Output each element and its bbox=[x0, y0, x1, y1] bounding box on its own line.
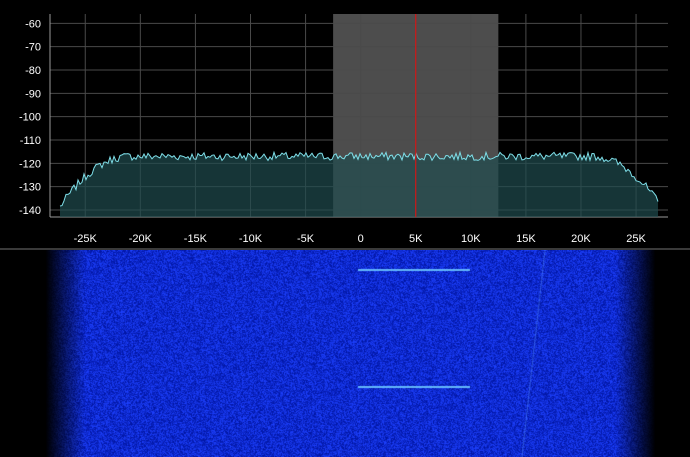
waterfall-display[interactable] bbox=[0, 250, 690, 457]
x-tick-label: 5K bbox=[409, 233, 423, 245]
y-tick-label: -60 bbox=[25, 18, 41, 30]
x-tick-label: -20K bbox=[129, 233, 153, 245]
y-tick-label: -140 bbox=[19, 205, 41, 217]
y-tick-label: -70 bbox=[25, 42, 41, 54]
y-tick-label: -90 bbox=[25, 88, 41, 100]
y-tick-label: -110 bbox=[20, 135, 41, 147]
x-tick-label: 10K bbox=[461, 233, 481, 245]
y-tick-label: -80 bbox=[25, 65, 41, 77]
waterfall-canvas[interactable] bbox=[0, 250, 690, 457]
x-tick-label: -10K bbox=[239, 233, 263, 245]
x-tick-label: 20K bbox=[571, 233, 591, 245]
spectrum-display[interactable]: -25K -20K -15K -10K -5K 0 5K 10K 15K 20K 25K -60 -70… bbox=[0, 0, 690, 248]
spectrum-fill bbox=[60, 152, 658, 217]
x-tick-label: -5K bbox=[297, 233, 315, 245]
y-tick-label: -120 bbox=[19, 158, 41, 170]
x-tick-label: 15K bbox=[516, 233, 536, 245]
y-tick-label: -100 bbox=[19, 112, 41, 124]
x-tick-label: -25K bbox=[74, 233, 98, 245]
x-tick-label: -15K bbox=[184, 233, 208, 245]
spectrum-plot[interactable]: -25K -20K -15K -10K -5K 0 5K 10K 15K 20K 25K -60 -70… bbox=[0, 0, 690, 248]
y-tick-label: -130 bbox=[19, 182, 41, 194]
x-tick-label: 25K bbox=[626, 233, 646, 245]
x-tick-label: 0 bbox=[358, 233, 364, 245]
